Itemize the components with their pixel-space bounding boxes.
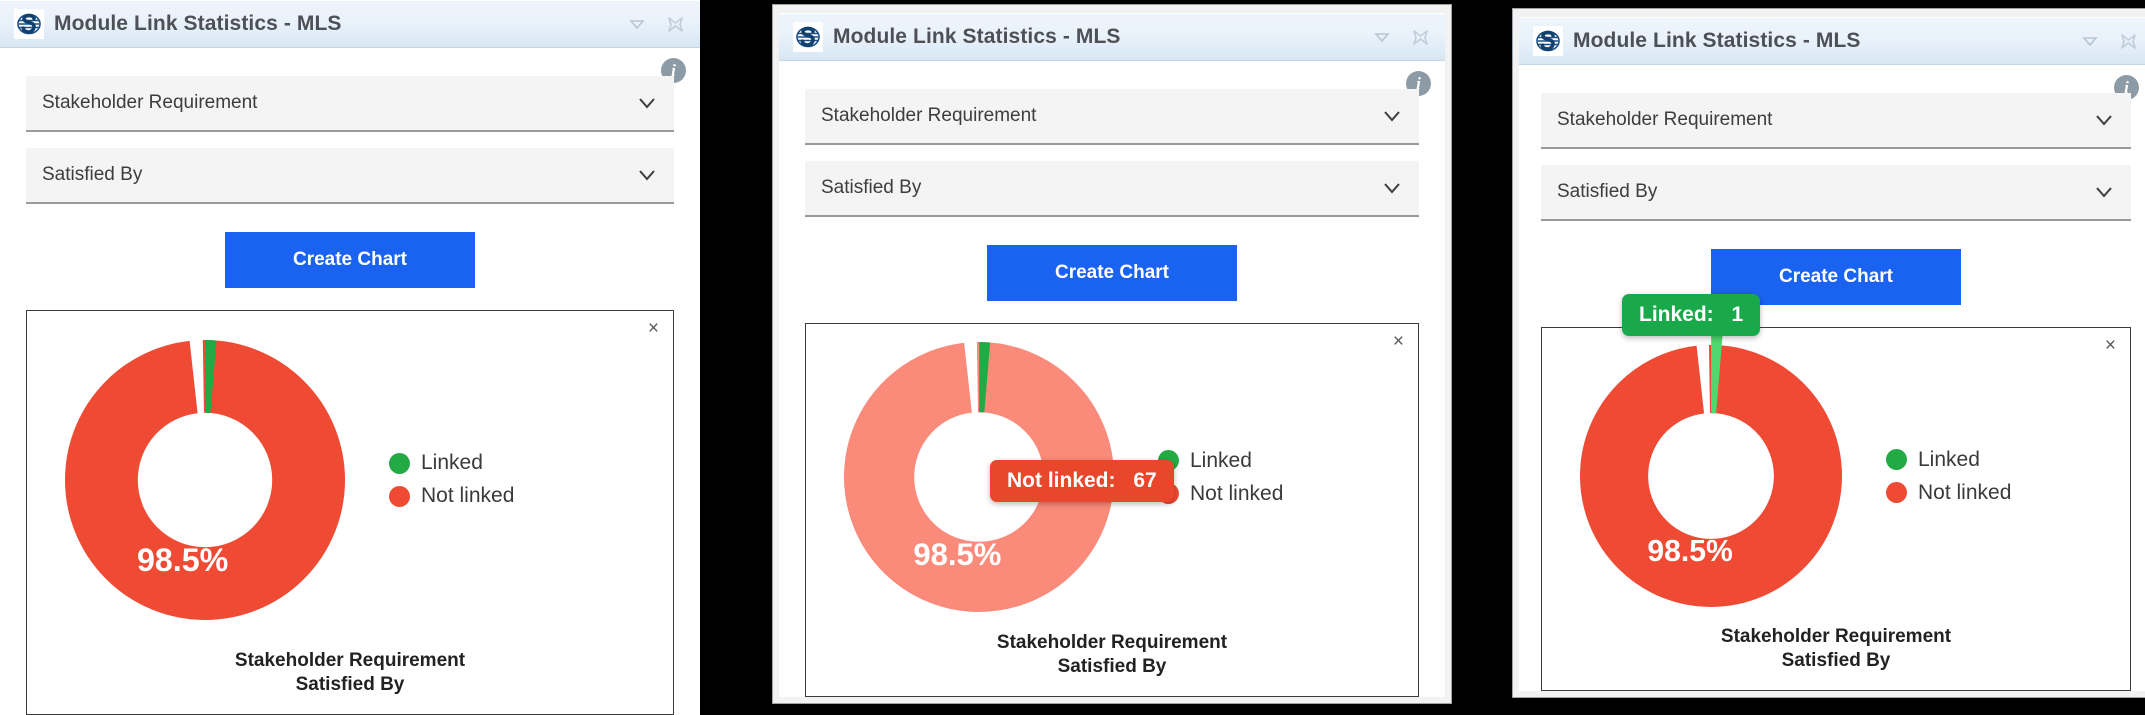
legend-label-linked: Linked xyxy=(421,451,483,475)
window-controls xyxy=(2079,30,2143,52)
link-type-select[interactable]: Satisfied By xyxy=(26,148,674,204)
window-inner: Module Link Statistics - MLS i Stakehold… xyxy=(779,13,1445,697)
chart-area: 98.5% Not linked: 67 Linked Not linked S… xyxy=(806,324,1418,696)
link-type-select-value: Satisfied By xyxy=(42,164,143,185)
tooltip-value: 67 xyxy=(1133,469,1157,493)
module-select[interactable]: Stakeholder Requirement xyxy=(805,89,1419,145)
chevron-down-icon xyxy=(636,164,658,186)
mls-window-default: Module Link Statistics - MLS i Stakehold… xyxy=(0,0,700,715)
legend-dot-not-linked xyxy=(389,485,410,507)
chart-legend: Linked Not linked xyxy=(1886,448,2011,505)
chart-caption-line2: Satisfied By xyxy=(295,674,405,696)
collapse-triangle-icon[interactable] xyxy=(2079,30,2101,52)
slice-label-not-linked: 98.5% xyxy=(1647,535,1732,568)
s-logo-icon xyxy=(1533,26,1563,56)
legend-label-not-linked: Not linked xyxy=(1918,480,2012,504)
chart-caption-line1: Stakeholder Requirement xyxy=(996,631,1228,653)
collapse-triangle-icon[interactable] xyxy=(626,13,648,35)
close-x-icon[interactable] xyxy=(2117,30,2139,52)
chevron-down-icon xyxy=(1381,105,1403,127)
chart-area: 98.5% Linked Not linked Stakeholder Requ… xyxy=(1542,328,2130,690)
legend-label-not-linked: Not linked xyxy=(1190,481,1284,505)
module-select[interactable]: Stakeholder Requirement xyxy=(26,76,674,132)
create-chart-button[interactable]: Create Chart xyxy=(987,245,1237,301)
module-select-value: Stakeholder Requirement xyxy=(1557,109,1773,130)
legend-label-linked: Linked xyxy=(1190,448,1252,472)
window-title: Module Link Statistics - MLS xyxy=(833,25,1121,48)
window-body: i Stakeholder Requirement Satisfied By C… xyxy=(1519,65,2145,691)
title-bar: Module Link Statistics - MLS xyxy=(1519,17,2145,65)
close-x-icon[interactable] xyxy=(1409,26,1431,48)
chevron-down-icon xyxy=(636,92,658,114)
chart-card: × 98.5% Linked Not linked Stakeholder Re… xyxy=(26,310,674,715)
link-type-select-value: Satisfied By xyxy=(821,177,922,198)
legend-item-not-linked[interactable]: Not linked xyxy=(389,484,514,508)
legend-item-not-linked[interactable]: Not linked xyxy=(1886,481,2011,505)
legend-item-not-linked[interactable]: Not linked xyxy=(1158,482,1283,506)
chart-caption-line1: Stakeholder Requirement xyxy=(1720,625,1952,647)
mls-window-hover-linked: Module Link Statistics - MLS i Stakehold… xyxy=(1512,8,2145,698)
collapse-triangle-icon[interactable] xyxy=(1371,26,1393,48)
s-logo-icon xyxy=(14,9,44,39)
link-type-select[interactable]: Satisfied By xyxy=(1541,165,2131,221)
legend-label-linked: Linked xyxy=(1918,447,1980,471)
title-bar: Module Link Statistics - MLS xyxy=(779,13,1445,61)
window-controls xyxy=(1371,26,1435,48)
window-inner: Module Link Statistics - MLS i Stakehold… xyxy=(1519,17,2145,691)
donut-chart: 98.5% xyxy=(1569,334,1853,618)
chart-caption: Stakeholder Requirement Satisfied By xyxy=(27,649,673,714)
close-x-icon[interactable] xyxy=(664,13,686,35)
module-select-value: Stakeholder Requirement xyxy=(42,92,258,113)
window-inner: Module Link Statistics - MLS i Stakehold… xyxy=(0,0,700,715)
legend-item-linked[interactable]: Linked xyxy=(389,451,514,475)
legend-label-not-linked: Not linked xyxy=(421,484,515,508)
legend-dot-linked xyxy=(1886,449,1907,471)
tooltip-label: Linked: xyxy=(1639,303,1714,326)
title-bar: Module Link Statistics - MLS xyxy=(0,0,700,48)
chart-main: 98.5% Not linked: 67 Linked Not linked xyxy=(806,324,1418,631)
tooltip-value: 1 xyxy=(1731,303,1744,326)
window-body: i Stakeholder Requirement Satisfied By C… xyxy=(0,48,700,715)
chart-caption-line2: Satisfied By xyxy=(1057,656,1167,678)
slice-label-not-linked: 98.5% xyxy=(913,537,1001,572)
chart-legend: Linked Not linked xyxy=(389,451,514,508)
chart-area: 98.5% Linked Not linked Stakeholder Requ… xyxy=(27,311,673,714)
chart-tooltip-not-linked: Not linked: 67 xyxy=(990,460,1174,503)
chevron-down-icon xyxy=(2093,181,2115,203)
link-type-select-value: Satisfied By xyxy=(1557,181,1658,202)
chart-caption-line1: Stakeholder Requirement xyxy=(234,649,466,671)
chart-tooltip-linked: Linked: 1 xyxy=(1622,294,1761,336)
create-chart-row: Create Chart xyxy=(805,245,1419,301)
link-type-select[interactable]: Satisfied By xyxy=(805,161,1419,217)
legend-dot-linked xyxy=(389,452,410,474)
chart-legend: Linked Not linked xyxy=(1158,449,1283,506)
chart-caption: Stakeholder Requirement Satisfied By xyxy=(806,631,1418,696)
window-controls xyxy=(626,13,690,35)
chart-main: 98.5% Linked Not linked xyxy=(1542,328,2130,625)
chevron-down-icon xyxy=(1381,177,1403,199)
mls-window-hover-not-linked: Module Link Statistics - MLS i Stakehold… xyxy=(772,4,1452,704)
window-title: Module Link Statistics - MLS xyxy=(54,12,342,35)
chart-main: 98.5% Linked Not linked xyxy=(27,311,673,649)
chart-caption-line2: Satisfied By xyxy=(1781,650,1891,672)
window-body: i Stakeholder Requirement Satisfied By C… xyxy=(779,61,1445,697)
donut-chart: 98.5% xyxy=(65,339,345,620)
legend-item-linked[interactable]: Linked xyxy=(1158,449,1283,473)
chevron-down-icon xyxy=(2093,109,2115,131)
chart-card: × 98.5% Not linked: 67 Linked Not linked… xyxy=(805,323,1419,697)
module-select[interactable]: Stakeholder Requirement xyxy=(1541,93,2131,149)
create-chart-button[interactable]: Create Chart xyxy=(225,232,475,288)
chart-caption: Stakeholder Requirement Satisfied By xyxy=(1542,625,2130,690)
donut-chart: 98.5% Not linked: 67 xyxy=(844,342,1174,613)
chart-card: × Linked: 1 98.5% Linked Not linked Stak… xyxy=(1541,294,2131,691)
legend-item-linked[interactable]: Linked xyxy=(1886,448,2011,472)
tooltip-label: Not linked: xyxy=(1007,469,1116,493)
legend-dot-not-linked xyxy=(1886,482,1907,504)
slice-label-not-linked: 98.5% xyxy=(137,542,228,578)
window-title: Module Link Statistics - MLS xyxy=(1573,29,1861,52)
module-select-value: Stakeholder Requirement xyxy=(821,105,1037,126)
screenshot-stage: Module Link Statistics - MLS i Stakehold… xyxy=(0,0,2145,715)
s-logo-icon xyxy=(793,22,823,52)
create-chart-row: Create Chart xyxy=(26,232,674,288)
